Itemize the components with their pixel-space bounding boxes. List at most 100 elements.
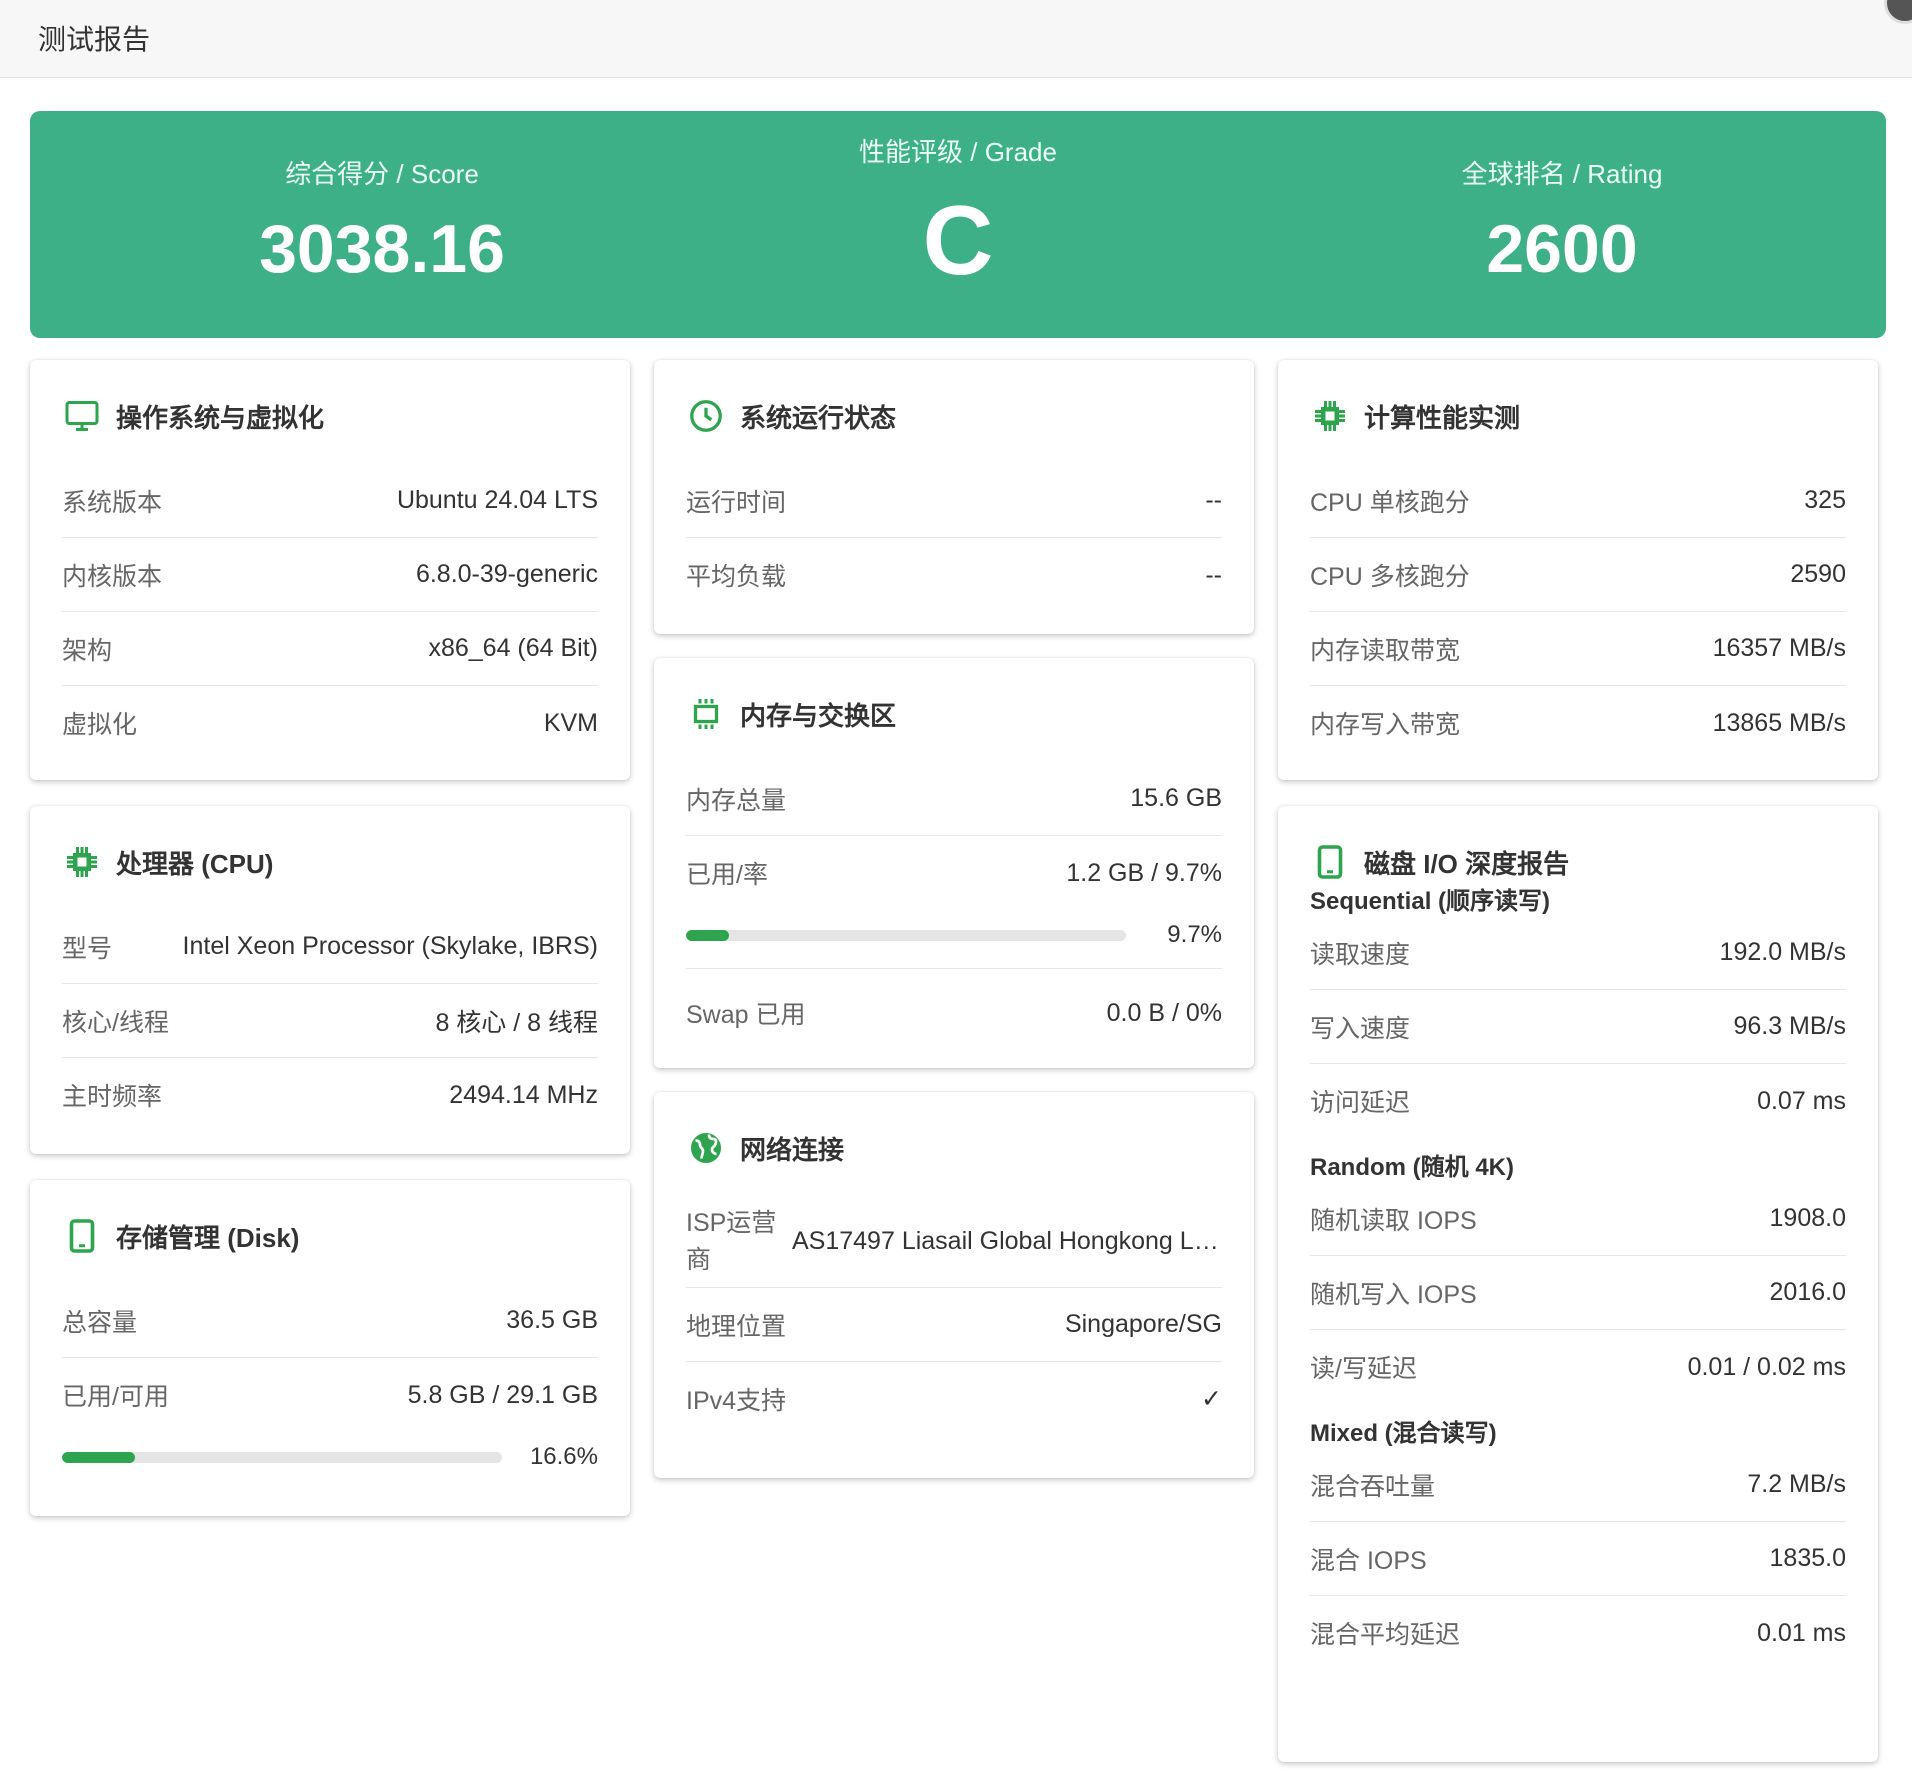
info-row: 混合平均延迟 0.01 ms	[1310, 1596, 1846, 1670]
row-value: 1.2 GB / 9.7%	[1066, 858, 1222, 887]
cpu-card-header: 处理器 (CPU)	[62, 806, 598, 910]
row-label: IPv4支持	[686, 1387, 787, 1415]
random-heading: Random (随机 4K)	[1310, 1154, 1514, 1181]
compute-card-header: 计算性能实测	[1310, 360, 1846, 464]
sequential-heading: Sequential (顺序读写)	[1310, 888, 1551, 915]
row-value: 325	[1804, 486, 1846, 514]
info-row: 访问延迟 0.07 ms	[1310, 1064, 1846, 1138]
memory-card-header: 内存与交换区	[686, 658, 1222, 762]
row-label: ISP运营商	[686, 1208, 777, 1274]
row-label: 随机读取 IOPS	[1310, 1206, 1477, 1235]
row-value: 1835.0	[1769, 1544, 1846, 1572]
row-label: CPU 单核跑分	[1310, 488, 1470, 517]
rating-label: 全球排名 / Rating	[1461, 159, 1663, 189]
info-row: 地理位置 Singapore/SG	[686, 1288, 1222, 1362]
info-row: 写入速度 96.3 MB/s	[1310, 990, 1846, 1064]
close-button[interactable]	[1884, 0, 1912, 24]
info-row: 混合 IOPS 1835.0	[1310, 1522, 1846, 1596]
os-card-header: 操作系统与虚拟化	[62, 360, 598, 464]
info-row: 内存写入带宽 13865 MB/s	[1310, 686, 1846, 760]
rating-block: 全球排名 / Rating 2600	[1262, 154, 1862, 283]
row-label: 平均负载	[686, 563, 787, 591]
row-value: 192.0 MB/s	[1719, 938, 1846, 966]
row-label: 内存总量	[686, 786, 787, 815]
row-value: AS17497 Liasail Global Hongkong Limited	[792, 1227, 1222, 1255]
os-card-title: 操作系统与虚拟化	[116, 402, 325, 433]
info-row: 核心/线程 8 核心 / 8 线程	[62, 984, 598, 1058]
row-label: 读/写延迟	[1310, 1355, 1417, 1383]
info-row: 总容量 36.5 GB	[62, 1284, 598, 1358]
info-row: 内存读取带宽 16357 MB/s	[1310, 612, 1846, 686]
row-label: 系统版本	[62, 488, 163, 517]
row-label: 读取速度	[1310, 940, 1411, 969]
row-label: 写入速度	[1310, 1014, 1411, 1043]
memory-card-title: 内存与交换区	[740, 700, 897, 731]
info-row: CPU 单核跑分 325	[1310, 464, 1846, 538]
row-value: 0.07 ms	[1757, 1086, 1846, 1115]
disk-usage: 16.6%	[62, 1428, 598, 1486]
info-row: 运行时间 --	[686, 464, 1222, 538]
top-bar: 测试报告	[0, 0, 1912, 78]
row-label: 运行时间	[686, 488, 787, 517]
memory-usage-fill	[686, 929, 729, 941]
ipv4-check-icon: ✓	[1201, 1385, 1222, 1413]
info-row: 虚拟化 KVM	[62, 686, 598, 760]
row-label: 内存读取带宽	[1310, 636, 1461, 665]
score-label: 综合得分 / Score	[285, 159, 479, 189]
disk-card: 存储管理 (Disk) 总容量 36.5 GB 已用/可用 5.8 GB / 29.…	[30, 1180, 630, 1516]
info-row: 随机读取 IOPS 1908.0	[1310, 1182, 1846, 1256]
row-label: 访问延迟	[1310, 1089, 1411, 1117]
rating-value: 2600	[1486, 211, 1638, 287]
row-label: 型号	[62, 934, 113, 963]
row-value: 2016.0	[1769, 1278, 1846, 1306]
info-row: 内核版本 6.8.0-39-generic	[62, 538, 598, 612]
disk-card-title: 存储管理 (Disk)	[116, 1222, 300, 1253]
info-row: 内存总量 15.6 GB	[686, 762, 1222, 836]
info-row: 架构 x86_64 (64 Bit)	[62, 612, 598, 686]
info-row: 混合吞吐量 7.2 MB/s	[1310, 1448, 1846, 1522]
compute-card-title: 计算性能实测	[1364, 402, 1521, 433]
row-value: Ubuntu 24.04 LTS	[396, 486, 598, 514]
row-label: 内核版本	[62, 562, 163, 591]
diskio-card-title: 磁盘 I/O 深度报告	[1364, 848, 1570, 879]
disk-card-header: 存储管理 (Disk)	[62, 1180, 598, 1284]
info-row: 主时频率 2494.14 MHz	[62, 1058, 598, 1132]
disk-usage-fill	[62, 1451, 136, 1463]
diskio-card: 磁盘 I/O 深度报告 Sequential (顺序读写) 读取速度 192.0 …	[1278, 806, 1878, 1762]
row-value: 2494.14 MHz	[449, 1080, 598, 1109]
row-label: 混合 IOPS	[1310, 1546, 1427, 1575]
tablet-icon	[62, 1216, 102, 1256]
info-row: IPv4支持 ✓	[686, 1362, 1222, 1436]
row-value: 7.2 MB/s	[1747, 1470, 1846, 1498]
row-label: 混合吞吐量	[1310, 1472, 1436, 1501]
clock-icon	[686, 396, 726, 436]
score-block: 综合得分 / Score 3038.16	[82, 154, 682, 283]
cpu-chip-icon	[62, 842, 102, 882]
info-row: 读/写延迟 0.01 / 0.02 ms	[1310, 1330, 1846, 1404]
info-row: 平均负载 --	[686, 538, 1222, 612]
row-value: 2590	[1790, 560, 1846, 588]
row-value: x86_64 (64 Bit)	[428, 634, 598, 662]
row-label: 架构	[62, 636, 113, 665]
disk-usage-percent: 16.6%	[529, 1443, 598, 1470]
info-row: Swap 已用 0.0 B / 0%	[686, 969, 1222, 1057]
row-value: 16357 MB/s	[1712, 634, 1846, 662]
row-value: --	[1205, 486, 1222, 514]
row-value: 0.0 B / 0%	[1106, 998, 1222, 1027]
cpu-card-title: 处理器 (CPU)	[116, 848, 274, 879]
row-value: 13865 MB/s	[1712, 708, 1846, 737]
monitor-icon	[62, 396, 102, 436]
row-value: 96.3 MB/s	[1733, 1012, 1846, 1040]
info-row: 型号 Intel Xeon Processor (Skylake, IBRS)	[62, 910, 598, 984]
info-row: ISP运营商 AS17497 Liasail Global Hongkong Li…	[686, 1196, 1222, 1288]
globe-icon	[686, 1128, 726, 1168]
disk-usage-bar	[62, 1451, 502, 1463]
row-value: 36.5 GB	[506, 1306, 598, 1334]
row-label: CPU 多核跑分	[1310, 562, 1470, 591]
row-label: 已用/可用	[62, 1383, 169, 1411]
row-label: 随机写入 IOPS	[1310, 1280, 1477, 1309]
memory-usage: 9.7%	[686, 902, 1222, 969]
status-card: 系统运行状态 运行时间 -- 平均负载 --	[654, 360, 1254, 634]
network-card: 网络连接 ISP运营商 AS17497 Liasail Global Hongko…	[654, 1092, 1254, 1478]
row-label: 总容量	[62, 1308, 138, 1337]
